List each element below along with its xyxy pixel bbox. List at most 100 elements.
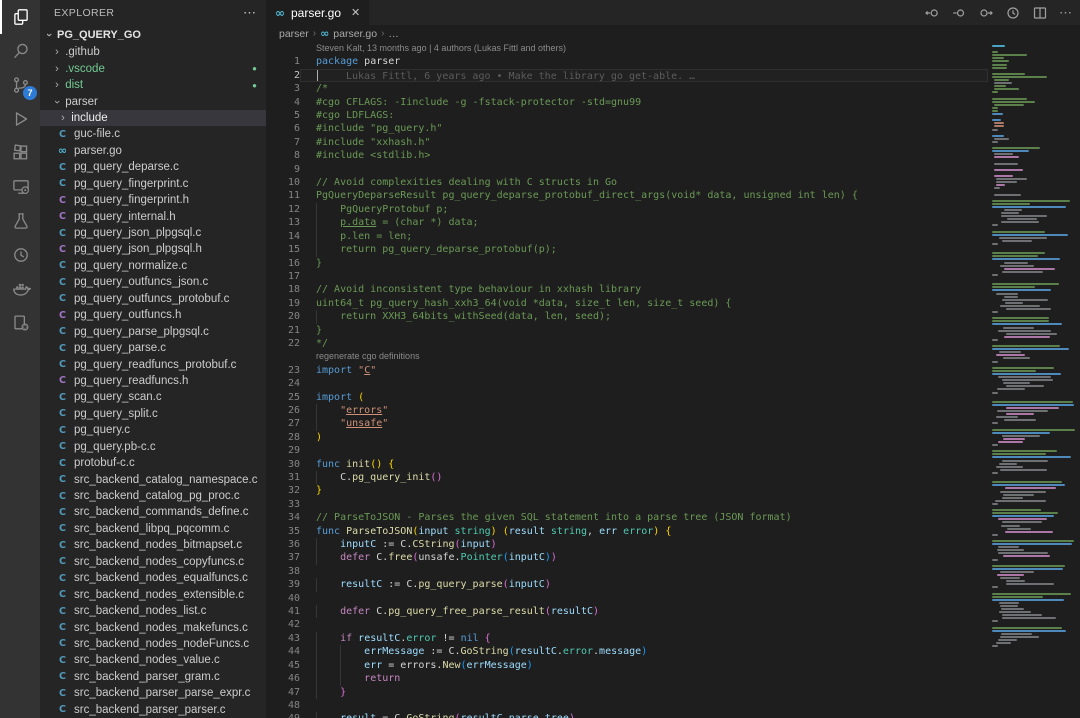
tree-item-src-backend-nodes-list.c[interactable]: Csrc_backend_nodes_list.c bbox=[40, 603, 266, 619]
tree-item-src-backend-parser-parse-expr.c[interactable]: Csrc_backend_parser_parse_expr.c bbox=[40, 685, 266, 701]
code-line-21[interactable]: 21} bbox=[266, 324, 1080, 337]
more-actions-icon[interactable]: ⋯ bbox=[243, 5, 256, 21]
gitlens-authors-annotation[interactable]: Steven Kalt, 13 months ago | 4 authors (… bbox=[266, 42, 1080, 55]
breadcrumb-item[interactable]: parser.go bbox=[333, 28, 377, 40]
code-line-16[interactable]: 16} bbox=[266, 257, 1080, 270]
code-line-44[interactable]: 44 errMessage := C.GoString(resultC.erro… bbox=[266, 645, 1080, 658]
editor-action-split-editor[interactable] bbox=[1032, 5, 1048, 21]
code-line-30[interactable]: 30func init() { bbox=[266, 458, 1080, 471]
activity-search-icon[interactable] bbox=[0, 34, 40, 68]
editor-action-open-changes[interactable] bbox=[951, 5, 967, 21]
tree-item-protobuf-c.c[interactable]: Cprotobuf-c.c bbox=[40, 455, 266, 471]
tree-item-guc-file.c[interactable]: Cguc-file.c bbox=[40, 126, 266, 142]
code-line-32[interactable]: 32} bbox=[266, 484, 1080, 497]
code-line-28[interactable]: 28) bbox=[266, 431, 1080, 444]
tree-item-src-backend-nodes-bitmapset.c[interactable]: Csrc_backend_nodes_bitmapset.c bbox=[40, 537, 266, 553]
code-line-4[interactable]: 4#cgo CFLAGS: -Iinclude -g -fstack-prote… bbox=[266, 96, 1080, 109]
activity-docker-icon[interactable] bbox=[0, 272, 40, 306]
activity-testing-icon[interactable] bbox=[0, 204, 40, 238]
code-line-11[interactable]: 11PgQueryDeparseResult pg_query_deparse_… bbox=[266, 189, 1080, 202]
tree-item-parser.go[interactable]: ∞parser.go bbox=[40, 143, 266, 159]
tree-item-src-backend-nodes-extensible.c[interactable]: Csrc_backend_nodes_extensible.c bbox=[40, 586, 266, 602]
tree-item-pg-query-normalize.c[interactable]: Cpg_query_normalize.c bbox=[40, 258, 266, 274]
tree-item-src-backend-parser-gram.c[interactable]: Csrc_backend_parser_gram.c bbox=[40, 669, 266, 685]
tree-item-src-backend-nodes-equalfuncs.c[interactable]: Csrc_backend_nodes_equalfuncs.c bbox=[40, 570, 266, 586]
code-line-19[interactable]: 19uint64_t pg_query_hash_xxh3_64(void *d… bbox=[266, 297, 1080, 310]
activity-remote-explorer-icon[interactable] bbox=[0, 170, 40, 204]
tree-item-pg-query-readfuncs.h[interactable]: Cpg_query_readfuncs.h bbox=[40, 373, 266, 389]
editor-action-more-actions[interactable]: ⋯ bbox=[1059, 5, 1072, 21]
tree-item-parser[interactable]: › parser bbox=[40, 93, 266, 109]
code-line-26[interactable]: 26 "errors" bbox=[266, 404, 1080, 417]
activity-history-icon[interactable] bbox=[0, 238, 40, 272]
tree-item-pg-query.c[interactable]: Cpg_query.c bbox=[40, 422, 266, 438]
code-line-31[interactable]: 31 C.pg_query_init() bbox=[266, 471, 1080, 484]
tree-item-pg-query-split.c[interactable]: Cpg_query_split.c bbox=[40, 406, 266, 422]
code-line-34[interactable]: 34// ParseToJSON - Parses the given SQL … bbox=[266, 511, 1080, 524]
code-line-36[interactable]: 36 inputC := C.CString(input) bbox=[266, 538, 1080, 551]
tree-item-pg-query-readfuncs-protobuf.c[interactable]: Cpg_query_readfuncs_protobuf.c bbox=[40, 356, 266, 372]
code-line-43[interactable]: 43 if resultC.error != nil { bbox=[266, 632, 1080, 645]
code-line-1[interactable]: 1package parser bbox=[266, 55, 1080, 68]
tree-item-pg-query-parse.c[interactable]: Cpg_query_parse.c bbox=[40, 340, 266, 356]
code-line-18[interactable]: 18// Avoid inconsistent type behaviour i… bbox=[266, 283, 1080, 296]
code-line-17[interactable]: 17 bbox=[266, 270, 1080, 283]
tree-item-src-backend-commands-define.c[interactable]: Csrc_backend_commands_define.c bbox=[40, 504, 266, 520]
tree-item-src-backend-libpq-pqcomm.c[interactable]: Csrc_backend_libpq_pqcomm.c bbox=[40, 521, 266, 537]
code-line-47[interactable]: 47 } bbox=[266, 686, 1080, 699]
activity-extensions-icon[interactable] bbox=[0, 136, 40, 170]
code-line-27[interactable]: 27 "unsafe" bbox=[266, 417, 1080, 430]
code-line-14[interactable]: 14 p.len = len; bbox=[266, 230, 1080, 243]
code-line-8[interactable]: 8#include <stdlib.h> bbox=[266, 149, 1080, 162]
tree-item-src-backend-nodes-makefuncs.c[interactable]: Csrc_backend_nodes_makefuncs.c bbox=[40, 619, 266, 635]
code-line-13[interactable]: 13 p.data = (char *) data; bbox=[266, 216, 1080, 229]
editor-action-open-changes-next[interactable] bbox=[978, 5, 994, 21]
code-line-38[interactable]: 38 bbox=[266, 565, 1080, 578]
code-line-35[interactable]: 35func ParseToJSON(input string) (result… bbox=[266, 525, 1080, 538]
tree-item-src-backend-catalog-namespace.c[interactable]: Csrc_backend_catalog_namespace.c bbox=[40, 471, 266, 487]
close-icon[interactable]: ✕ bbox=[351, 6, 360, 19]
minimap[interactable] bbox=[990, 42, 1080, 718]
code-editor[interactable]: Steven Kalt, 13 months ago | 4 authors (… bbox=[266, 42, 1080, 718]
code-line-49[interactable]: 49 result = C.GoString(resultC.parse_tre… bbox=[266, 712, 1080, 718]
editor-action-file-history[interactable] bbox=[1005, 5, 1021, 21]
code-line-6[interactable]: 6#include "pg_query.h" bbox=[266, 122, 1080, 135]
code-line-22[interactable]: 22*/ bbox=[266, 337, 1080, 350]
code-line-29[interactable]: 29 bbox=[266, 444, 1080, 457]
code-line-40[interactable]: 40 bbox=[266, 592, 1080, 605]
breadcrumb-item[interactable]: parser bbox=[279, 28, 309, 40]
tree-item-.vscode[interactable]: › .vscode● bbox=[40, 60, 266, 76]
code-line-33[interactable]: 33 bbox=[266, 498, 1080, 511]
code-line-7[interactable]: 7#include "xxhash.h" bbox=[266, 136, 1080, 149]
codelens-annotation[interactable]: regenerate cgo definitions bbox=[266, 350, 1080, 363]
code-line-39[interactable]: 39 resultC := C.pg_query_parse(inputC) bbox=[266, 578, 1080, 591]
code-line-46[interactable]: 46 return bbox=[266, 672, 1080, 685]
tree-item-pg-query-json-plpgsql.h[interactable]: Cpg_query_json_plpgsql.h bbox=[40, 241, 266, 257]
tree-item-src-backend-nodes-value.c[interactable]: Csrc_backend_nodes_value.c bbox=[40, 652, 266, 668]
tree-item-dist[interactable]: › dist● bbox=[40, 77, 266, 93]
code-line-9[interactable]: 9 bbox=[266, 163, 1080, 176]
code-line-42[interactable]: 42 bbox=[266, 618, 1080, 631]
tree-item-pg-query-internal.h[interactable]: Cpg_query_internal.h bbox=[40, 208, 266, 224]
tree-item-pg-query-outfuncs-json.c[interactable]: Cpg_query_outfuncs_json.c bbox=[40, 274, 266, 290]
code-line-2[interactable]: 2Lukas Fittl, 6 years ago • Make the lib… bbox=[266, 69, 1080, 82]
activity-source-control-icon[interactable]: 7 bbox=[0, 68, 40, 102]
breadcrumb-item[interactable]: … bbox=[388, 28, 399, 40]
code-line-20[interactable]: 20 return XXH3_64bits_withSeed(data, len… bbox=[266, 310, 1080, 323]
tree-item-pg-query-scan.c[interactable]: Cpg_query_scan.c bbox=[40, 389, 266, 405]
code-line-37[interactable]: 37 defer C.free(unsafe.Pointer(inputC)) bbox=[266, 551, 1080, 564]
code-line-45[interactable]: 45 err = errors.New(errMessage) bbox=[266, 659, 1080, 672]
code-line-48[interactable]: 48 bbox=[266, 699, 1080, 712]
tree-item-.github[interactable]: › .github bbox=[40, 44, 266, 60]
tree-item-src-backend-nodes-copyfuncs.c[interactable]: Csrc_backend_nodes_copyfuncs.c bbox=[40, 554, 266, 570]
code-line-3[interactable]: 3/* bbox=[266, 82, 1080, 95]
tree-item-pg-query-outfuncs-protobuf.c[interactable]: Cpg_query_outfuncs_protobuf.c bbox=[40, 291, 266, 307]
tree-item-src-backend-parser-parser.c[interactable]: Csrc_backend_parser_parser.c bbox=[40, 702, 266, 718]
tree-root-pg-query-go[interactable]: › PG_QUERY_GO bbox=[40, 26, 266, 44]
code-line-5[interactable]: 5#cgo LDFLAGS: bbox=[266, 109, 1080, 122]
tree-item-pg-query-fingerprint.c[interactable]: Cpg_query_fingerprint.c bbox=[40, 176, 266, 192]
code-line-24[interactable]: 24 bbox=[266, 377, 1080, 390]
code-line-23[interactable]: 23import "C" bbox=[266, 364, 1080, 377]
editor-action-open-changes-previous[interactable] bbox=[924, 5, 940, 21]
tree-item-include[interactable]: › include bbox=[40, 110, 266, 126]
